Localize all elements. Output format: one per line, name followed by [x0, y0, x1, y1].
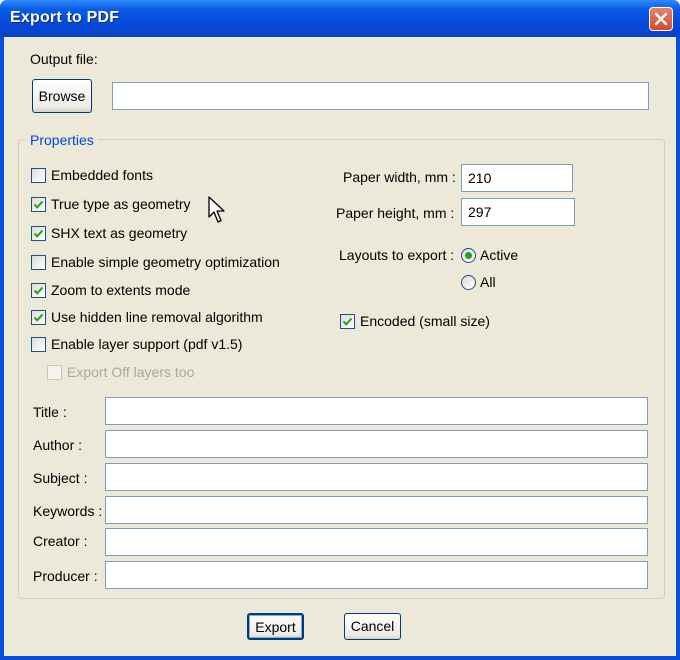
paper-width-label: Paper width, mm : [343, 169, 456, 185]
subject-label: Subject : [33, 470, 88, 486]
close-button[interactable] [649, 7, 673, 31]
export-to-pdf-dialog: Export to PDF Output file: Browse Proper… [0, 0, 680, 660]
radio-button[interactable] [461, 274, 476, 290]
checkbox-label: True type as geometry [51, 196, 191, 212]
radio-label: All [480, 274, 496, 290]
check-icon [33, 286, 44, 295]
browse-button[interactable]: Browse [32, 79, 92, 113]
checkbox-shx-text-as-geometry[interactable]: SHX text as geometry [31, 225, 187, 241]
keywords-label: Keywords : [33, 503, 103, 519]
radio-dot [465, 251, 472, 259]
layouts-to-export-label: Layouts to export : [339, 247, 455, 263]
mouse-pointer-icon [208, 196, 225, 223]
producer-input[interactable] [105, 561, 648, 589]
checkbox-embedded-fonts[interactable]: Embedded fonts [31, 167, 153, 183]
check-icon [33, 229, 44, 238]
radio-active[interactable]: Active [461, 247, 518, 263]
author-label: Author : [33, 437, 83, 453]
checkbox-layer-support[interactable]: Enable layer support (pdf v1.5) [31, 336, 242, 352]
checkbox-label: Export Off layers too [67, 364, 195, 380]
checkbox-box[interactable] [31, 196, 46, 212]
checkbox-zoom-to-extents[interactable]: Zoom to extents mode [31, 282, 190, 298]
paper-height-input[interactable] [461, 198, 575, 226]
checkbox-box[interactable] [31, 254, 46, 270]
author-input[interactable] [105, 430, 648, 458]
checkbox-box[interactable] [340, 313, 355, 329]
dialog-body: Output file: Browse Properties Embedded … [4, 37, 676, 656]
title-input[interactable] [105, 397, 648, 425]
checkbox-label: Use hidden line removal algorithm [51, 309, 263, 325]
check-icon [33, 200, 44, 209]
checkbox-simple-geometry-optimization[interactable]: Enable simple geometry optimization [31, 254, 280, 270]
creator-input[interactable] [105, 528, 648, 556]
checkbox-true-type-as-geometry[interactable]: True type as geometry [31, 196, 191, 212]
checkbox-box[interactable] [31, 225, 46, 241]
checkbox-encoded[interactable]: Encoded (small size) [340, 313, 490, 329]
title-bar[interactable]: Export to PDF [0, 0, 680, 37]
cancel-button[interactable]: Cancel [344, 613, 401, 640]
checkbox-box[interactable] [31, 167, 46, 183]
checkbox-box[interactable] [31, 309, 46, 325]
paper-width-input[interactable] [461, 164, 573, 192]
creator-label: Creator : [33, 533, 88, 549]
close-icon [654, 12, 668, 26]
radio-all[interactable]: All [461, 274, 496, 290]
keywords-input[interactable] [105, 496, 648, 524]
properties-legend: Properties [26, 132, 98, 148]
checkbox-box[interactable] [31, 336, 46, 352]
checkbox-box [47, 364, 62, 380]
radio-button[interactable] [461, 247, 476, 263]
output-file-label: Output file: [30, 51, 98, 67]
paper-height-label: Paper height, mm : [336, 205, 455, 221]
checkbox-label: SHX text as geometry [51, 225, 188, 241]
output-file-input[interactable] [112, 82, 649, 110]
checkbox-label: Embedded fonts [51, 167, 153, 183]
checkbox-label: Encoded (small size) [360, 313, 490, 329]
checkbox-box[interactable] [31, 282, 46, 298]
window-title: Export to PDF [10, 9, 120, 26]
checkbox-label: Enable simple geometry optimization [51, 254, 280, 270]
checkbox-label: Enable layer support (pdf v1.5) [51, 336, 243, 352]
subject-input[interactable] [105, 463, 648, 491]
checkbox-export-off-layers: Export Off layers too [47, 364, 194, 380]
check-icon [342, 317, 353, 326]
checkbox-label: Zoom to extents mode [51, 282, 191, 298]
checkbox-hidden-line-removal[interactable]: Use hidden line removal algorithm [31, 309, 263, 325]
export-button[interactable]: Export [247, 613, 304, 640]
producer-label: Producer : [33, 568, 98, 584]
title-label: Title : [33, 404, 67, 420]
radio-label: Active [480, 247, 519, 263]
check-icon [33, 313, 44, 322]
